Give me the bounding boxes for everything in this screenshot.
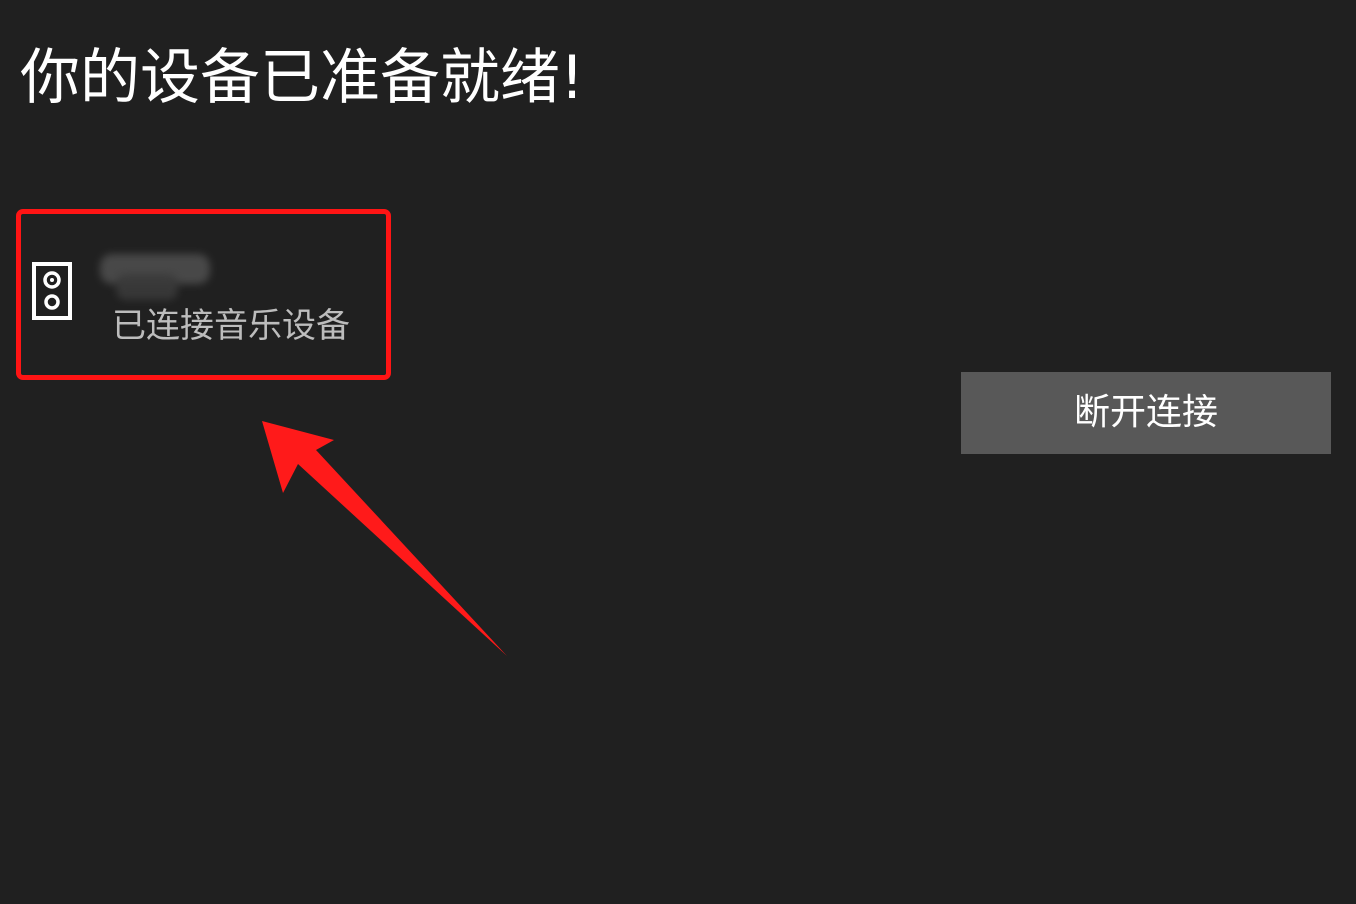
page-title: 你的设备已准备就绪! <box>20 43 585 113</box>
speaker-icon <box>32 262 72 320</box>
disconnect-button[interactable]: 断开连接 <box>961 372 1331 454</box>
device-status: 已连接音乐设备 <box>112 306 350 346</box>
device-name-redacted <box>100 254 210 300</box>
bluetooth-ready-page: 你的设备已准备就绪! 已连接音乐设备 断开连接 <box>0 0 1356 904</box>
